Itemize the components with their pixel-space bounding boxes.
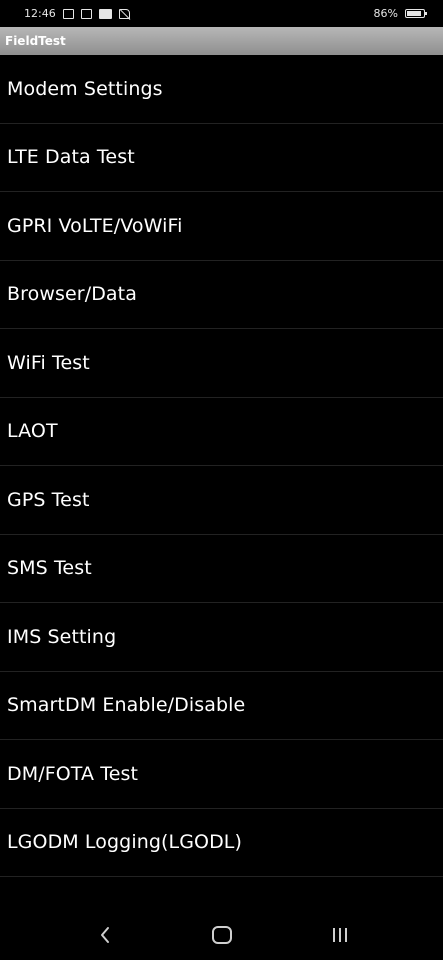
menu-item-ims-setting[interactable]: IMS Setting — [0, 603, 443, 672]
menu-item-label: GPRI VoLTE/VoWiFi — [7, 214, 183, 237]
menu-item-label: WiFi Test — [7, 351, 90, 374]
menu-item-lgodm-logging[interactable]: LGODM Logging(LGODL) — [0, 809, 443, 877]
fieldtest-menu-list: Modem Settings LTE Data Test GPRI VoLTE/… — [0, 55, 443, 877]
menu-item-gps-test[interactable]: GPS Test — [0, 466, 443, 535]
home-button[interactable] — [207, 922, 237, 948]
menu-item-label: IMS Setting — [7, 625, 117, 648]
back-icon — [101, 927, 109, 943]
menu-item-laot[interactable]: LAOT — [0, 398, 443, 466]
menu-item-label: Browser/Data — [7, 283, 137, 306]
no-sim-icon — [118, 8, 130, 19]
menu-item-dm-fota-test[interactable]: DM/FOTA Test — [0, 740, 443, 809]
battery-level-fill — [407, 11, 421, 16]
status-right: 86% — [373, 7, 427, 20]
menu-item-label: LGODM Logging(LGODL) — [7, 831, 243, 854]
menu-item-label: SmartDM Enable/Disable — [7, 694, 246, 717]
menu-item-smartdm-enable-disable[interactable]: SmartDM Enable/Disable — [0, 672, 443, 740]
menu-item-wifi-test[interactable]: WiFi Test — [0, 329, 443, 398]
status-time: 12:46 — [24, 7, 56, 20]
menu-item-label: DM/FOTA Test — [7, 762, 139, 785]
menu-item-browser-data[interactable]: Browser/Data — [0, 261, 443, 329]
menu-item-modem-settings[interactable]: Modem Settings — [0, 55, 443, 124]
app-title: FieldTest — [5, 34, 66, 48]
menu-item-sms-test[interactable]: SMS Test — [0, 535, 443, 603]
recents-button[interactable] — [325, 922, 355, 948]
app-title-bar: FieldTest — [0, 27, 443, 55]
back-button[interactable] — [90, 922, 120, 948]
recents-icon — [333, 928, 347, 942]
status-bar: 12:46 86% — [0, 0, 443, 27]
calendar-icon — [80, 8, 92, 19]
navigation-bar — [0, 910, 443, 960]
menu-item-label: SMS Test — [7, 557, 92, 580]
gallery-icon — [62, 8, 74, 19]
menu-item-label: Modem Settings — [7, 77, 163, 100]
menu-item-lte-data-test[interactable]: LTE Data Test — [0, 124, 443, 192]
menu-item-label: LTE Data Test — [7, 146, 135, 169]
menu-item-gpri-volte-vowifi[interactable]: GPRI VoLTE/VoWiFi — [0, 192, 443, 261]
battery-percent: 86% — [373, 7, 398, 20]
battery-icon — [405, 9, 427, 18]
pulse-icon — [98, 8, 112, 19]
home-icon — [212, 926, 232, 944]
status-left: 12:46 — [24, 7, 130, 20]
menu-item-label: LAOT — [7, 420, 58, 443]
menu-item-label: GPS Test — [7, 488, 90, 511]
